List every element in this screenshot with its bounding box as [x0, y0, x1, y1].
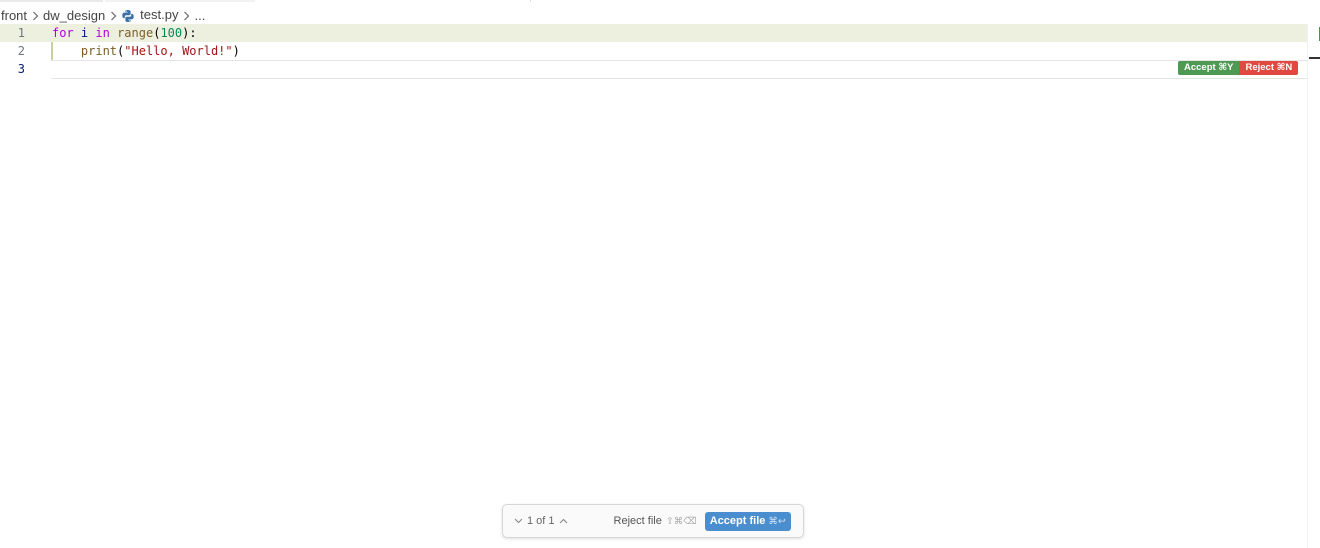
accept-file-button[interactable]: Accept file ⌘↩ [704, 511, 791, 531]
code-editor[interactable]: 1 for i in range(100): 2 print("Hello, W… [0, 24, 1308, 548]
line-code: for i in range(100): [52, 24, 197, 42]
code-token: ): [182, 26, 197, 40]
chevron-right-icon [105, 8, 121, 23]
breadcrumb-item-front[interactable]: front [1, 8, 27, 23]
code-token: range [117, 26, 154, 40]
tab-divider [530, 0, 531, 2]
accept-file-label: Accept file [709, 514, 766, 527]
cursor-marker [1309, 57, 1320, 59]
line-code: print("Hello, World!") [52, 42, 240, 60]
breadcrumb-item-symbols[interactable]: ... [194, 8, 205, 23]
code-token: for [52, 26, 74, 40]
breadcrumb-file-label: test.py [140, 7, 179, 23]
reject-change-button[interactable]: Reject ⌘N [1239, 61, 1299, 75]
added-line-indicator [51, 42, 53, 60]
code-line[interactable]: 2 print("Hello, World!") [0, 42, 1308, 60]
line-number: 2 [17, 44, 25, 58]
line-number: 1 [17, 26, 25, 40]
chevron-up-icon[interactable] [558, 516, 570, 527]
change-navigator: 1 of 1 [512, 515, 570, 527]
code-token: 100 [160, 26, 183, 40]
overview-ruler[interactable] [1307, 24, 1320, 548]
tab-divider [105, 0, 255, 2]
accept-change-button[interactable]: Accept ⌘Y [1178, 61, 1240, 75]
line-number: 3 [17, 62, 25, 76]
inline-diff-actions: Accept ⌘Y Reject ⌘N [1178, 61, 1299, 75]
code-token: in [95, 26, 110, 40]
reject-file-label: Reject file [613, 515, 662, 527]
code-token: ) [232, 44, 240, 58]
code-line[interactable]: 3 [0, 60, 1308, 79]
breadcrumb: front dw_design test.py ... [1, 5, 205, 25]
reject-file-button[interactable]: Reject file ⇧⌘⌫ [614, 515, 697, 527]
chevron-right-icon [178, 8, 194, 23]
tab-bar-remnant [0, 0, 1320, 3]
change-counter: 1 of 1 [527, 515, 555, 527]
code-token: "Hello, World!" [124, 44, 233, 58]
current-line-highlight [51, 60, 1308, 79]
tab-divider [0, 0, 103, 2]
python-icon [122, 9, 134, 22]
accept-file-shortcut: ⌘↩ [768, 515, 786, 527]
breadcrumb-item-dw-design[interactable]: dw_design [43, 8, 105, 23]
code-line[interactable]: 1 for i in range(100): [0, 24, 1308, 42]
reject-file-shortcut: ⇧⌘⌫ [665, 516, 697, 527]
chevron-down-icon[interactable] [512, 516, 524, 527]
breadcrumb-item-file[interactable]: test.py [121, 7, 178, 23]
chevron-right-icon [27, 8, 43, 23]
code-token: print [80, 44, 118, 58]
review-bar: 1 of 1 Reject file ⇧⌘⌫ Accept file ⌘↩ [502, 504, 804, 538]
